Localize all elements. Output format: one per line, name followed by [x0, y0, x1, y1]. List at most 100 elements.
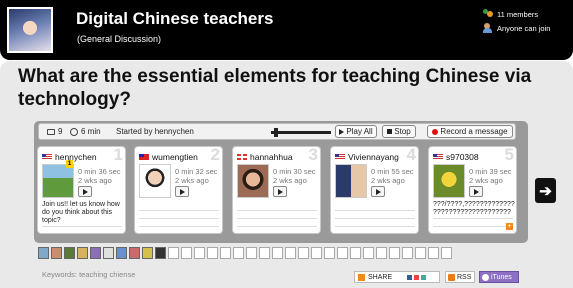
comment-duration: 0 min 32 sec — [175, 167, 218, 176]
strip-thumbnail[interactable] — [77, 247, 88, 259]
strip-thumbnail[interactable] — [38, 247, 49, 259]
group-header: Digital Chinese teachers (General Discus… — [0, 0, 573, 60]
members-count: 11 members — [497, 9, 539, 19]
thumbnail-strip — [38, 247, 452, 259]
duration: 6 min — [70, 127, 101, 136]
comment-age: 2 wks ago — [175, 176, 209, 185]
group-avatar[interactable] — [7, 7, 53, 53]
author-thumbnail[interactable] — [139, 164, 171, 198]
comment-card[interactable]: 2 wumengtien 0 min 32 sec 2 wks ago — [134, 146, 223, 234]
comment-play-button[interactable] — [469, 186, 483, 197]
comment-meta: 0 min 55 sec 2 wks ago — [371, 167, 414, 185]
comment-card[interactable]: 4 Viviennayang 0 min 55 sec 2 wks ago — [330, 146, 419, 234]
strip-thumbnail[interactable] — [142, 247, 153, 259]
rss-button[interactable]: RSS — [445, 271, 475, 283]
comment-text: Join us!! let us know how do you think a… — [42, 201, 122, 225]
next-arrow-button[interactable]: ➔ — [535, 178, 556, 203]
tw-flag-icon — [139, 154, 149, 160]
card-author[interactable]: hannahhua — [237, 152, 293, 162]
author-name: hannahhua — [250, 152, 293, 162]
strip-thumbnail[interactable] — [51, 247, 62, 259]
comment-lines — [139, 203, 219, 233]
comment-duration: 0 min 36 sec — [78, 167, 121, 176]
comment-text: ???/????,????????????? ?????????????????… — [433, 201, 515, 217]
comment-duration: 0 min 55 sec — [371, 167, 414, 176]
digg-icon — [414, 274, 420, 280]
card-author[interactable]: s970308 — [433, 152, 479, 162]
share-service-icons — [407, 274, 427, 280]
strip-empty-slot — [207, 247, 218, 259]
strip-empty-slot — [259, 247, 270, 259]
strip-thumbnail[interactable] — [129, 247, 140, 259]
comment-card[interactable]: 3 hannahhua 0 min 30 sec 2 wks ago — [232, 146, 321, 234]
comment-play-button[interactable] — [273, 186, 287, 197]
strip-empty-slot — [402, 247, 413, 259]
comment-meta: 0 min 36 sec 2 wks ago — [78, 167, 121, 185]
author-thumbnail[interactable] — [237, 164, 269, 198]
comment-meta: 0 min 32 sec 2 wks ago — [175, 167, 218, 185]
author-thumbnail[interactable] — [335, 164, 367, 198]
strip-thumbnail[interactable] — [103, 247, 114, 259]
comment-play-button[interactable] — [175, 186, 189, 197]
join-icon — [483, 23, 493, 33]
comment-duration: 0 min 39 sec — [469, 167, 512, 176]
stop-button[interactable]: Stop — [382, 125, 416, 138]
clock-icon — [70, 127, 78, 136]
us-flag-icon — [433, 154, 443, 160]
expand-icon[interactable]: + — [506, 223, 513, 230]
strip-empty-slot — [246, 247, 257, 259]
share-label: SHARE — [368, 273, 393, 281]
comment-card[interactable]: 5 s970308 0 min 39 sec 2 wks ago ???/????… — [428, 146, 517, 234]
keywords: Keywords: teaching chiense — [42, 270, 136, 279]
play-icon — [473, 188, 479, 195]
author-name: wumengtien — [152, 152, 198, 162]
strip-empty-slot — [324, 247, 335, 259]
us-flag-icon — [335, 154, 345, 160]
stop-icon — [387, 129, 393, 134]
itunes-button[interactable]: iTunes — [479, 271, 519, 283]
comment-play-button[interactable] — [78, 186, 92, 197]
record-message-button[interactable]: Record a message — [427, 125, 513, 138]
strip-empty-slot — [363, 247, 374, 259]
comment-age: 2 wks ago — [469, 176, 503, 185]
strip-empty-slot — [350, 247, 361, 259]
started-by: Started by hennychen — [116, 127, 194, 136]
group-title[interactable]: Digital Chinese teachers — [76, 9, 273, 29]
comment-play-button[interactable] — [371, 186, 385, 197]
facebook-icon — [407, 274, 413, 280]
share-button[interactable]: SHARE — [354, 271, 440, 283]
card-author[interactable]: wumengtien — [139, 152, 198, 162]
strip-thumbnail[interactable] — [64, 247, 75, 259]
card-number: 2 — [210, 146, 220, 164]
play-icon — [375, 188, 381, 195]
gb-flag-icon — [237, 154, 247, 160]
stop-label: Stop — [394, 127, 411, 136]
strip-thumbnail[interactable] — [155, 247, 166, 259]
card-author[interactable]: Viviennayang — [335, 152, 399, 162]
topic-title: What are the essential elements for teac… — [18, 66, 532, 110]
comment-age: 2 wks ago — [273, 176, 307, 185]
comment-count: 9 — [47, 127, 62, 136]
author-thumbnail[interactable] — [42, 164, 74, 198]
play-all-button[interactable]: Play All — [335, 125, 377, 138]
strip-empty-slot — [337, 247, 348, 259]
record-label: Record a message — [440, 127, 508, 136]
play-icon — [339, 128, 345, 135]
comment-lines — [335, 203, 415, 233]
members-link[interactable]: 11 members — [483, 9, 538, 19]
strip-thumbnail[interactable] — [116, 247, 127, 259]
author-name: Viviennayang — [348, 152, 399, 162]
delicious-icon — [421, 274, 427, 280]
itunes-label: iTunes — [491, 273, 512, 281]
playback-progress[interactable] — [271, 128, 331, 137]
card-number: 1 — [113, 146, 123, 164]
author-thumbnail[interactable] — [433, 164, 465, 198]
comment-icon — [47, 128, 55, 135]
strip-thumbnail[interactable] — [90, 247, 101, 259]
comment-count-value: 9 — [58, 127, 63, 136]
comment-card[interactable]: 1 hennychen 1 0 min 36 sec 2 wks ago Join… — [37, 146, 126, 234]
strip-empty-slot — [311, 247, 322, 259]
card-number: 4 — [406, 146, 416, 164]
comment-age: 2 wks ago — [78, 176, 112, 185]
progress-knob[interactable] — [274, 128, 278, 137]
